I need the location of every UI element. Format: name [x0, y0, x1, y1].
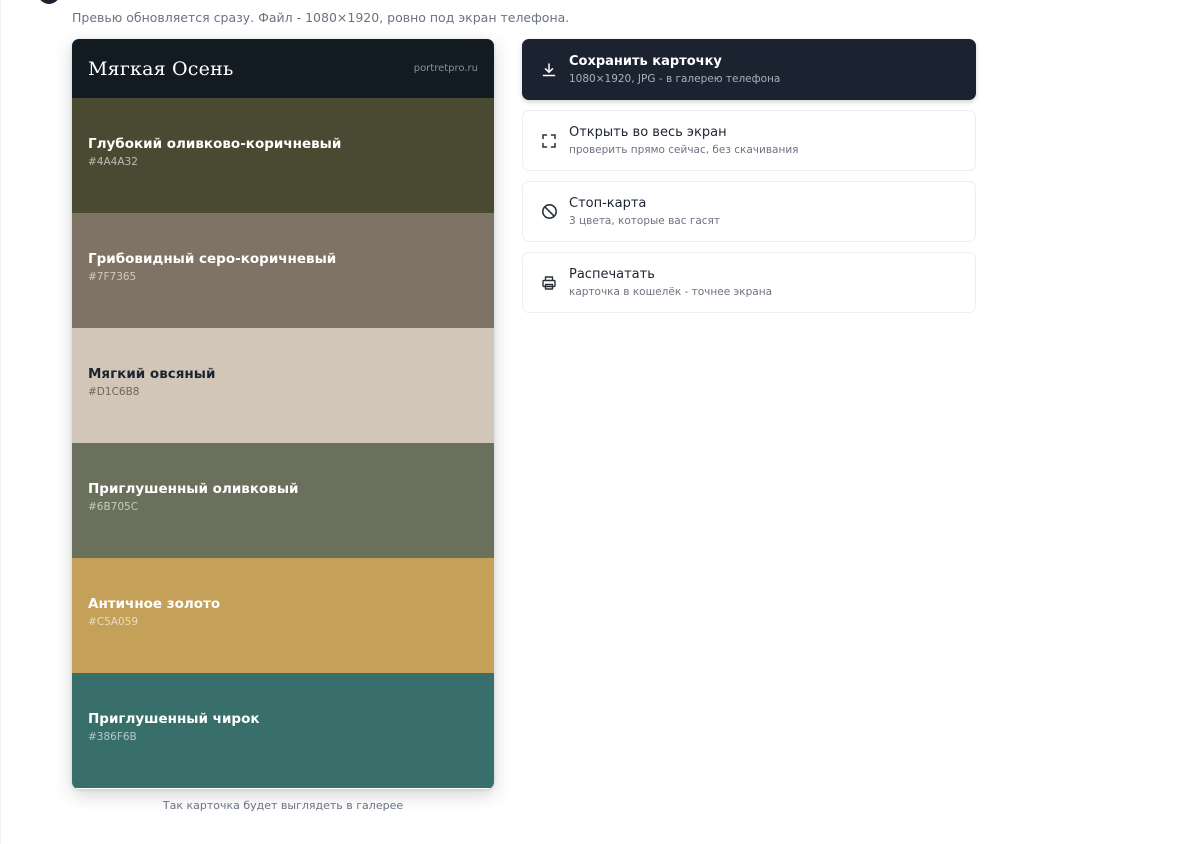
palette-card-preview: Мягкая Осень portretpro.ru Глубокий олив… [72, 39, 494, 789]
action-title: Распечатать [569, 267, 655, 282]
swatch-hex: #386F6B [88, 731, 137, 743]
action-subtitle: проверить прямо сейчас, без скачивания [569, 144, 799, 156]
swatch-name: Античное золото [88, 596, 221, 612]
step-indicator [38, 0, 60, 4]
card-header: Мягкая Осень portretpro.ru [72, 39, 494, 98]
fullscreen-button[interactable]: Открыть во весь экран проверить прямо се… [522, 110, 976, 171]
download-icon [540, 61, 558, 79]
stop-card-button[interactable]: Стоп-карта 3 цвета, которые вас гасят [522, 181, 976, 242]
color-swatch: Мягкий овсяный #D1C6B8 [72, 328, 494, 443]
block-icon [540, 203, 558, 221]
swatch-name: Приглушенный чирок [88, 711, 260, 727]
card-title: Мягкая Осень [88, 57, 234, 80]
action-subtitle: 1080×1920, JPG - в галерею телефона [569, 73, 781, 85]
fullscreen-icon [540, 132, 558, 150]
color-swatch: Античное золото #C5A059 [72, 558, 494, 673]
color-swatch: Приглушенный чирок #386F6B [72, 673, 494, 788]
print-button[interactable]: Распечатать карточка в кошелёк - точнее … [522, 252, 976, 313]
save-card-button[interactable]: Сохранить карточку 1080×1920, JPG - в га… [522, 39, 976, 100]
swatch-name: Приглушенный оливковый [88, 481, 299, 497]
card-caption: Так карточка будет выглядеть в галерее [162, 799, 404, 812]
action-title: Сохранить карточку [569, 54, 722, 69]
color-swatch: Глубокий оливково-коричневый #4A4A32 [72, 98, 494, 213]
swatch-name: Мягкий овсяный [88, 366, 216, 382]
swatch-hex: #C5A059 [88, 616, 139, 628]
action-title: Открыть во весь экран [569, 125, 727, 140]
actions-panel: Сохранить карточку 1080×1920, JPG - в га… [522, 39, 976, 323]
action-subtitle: 3 цвета, которые вас гасят [569, 215, 720, 227]
swatch-hex: #7F7365 [88, 271, 137, 283]
preview-hint: Превью обновляется сразу. Файл - 1080×19… [72, 10, 570, 25]
divider [0, 0, 1, 844]
swatch-name: Грибовидный серо-коричневый [88, 251, 337, 267]
printer-icon [540, 274, 558, 292]
swatch-hex: #4A4A32 [88, 156, 138, 168]
action-subtitle: карточка в кошелёк - точнее экрана [569, 286, 773, 298]
swatch-hex: #D1C6B8 [88, 386, 140, 398]
color-swatch: Грибовидный серо-коричневый #7F7365 [72, 213, 494, 328]
swatch-hex: #6B705C [88, 501, 139, 513]
color-swatch: Приглушенный оливковый #6B705C [72, 443, 494, 558]
action-title: Стоп-карта [569, 196, 647, 211]
swatch-name: Глубокий оливково-коричневый [88, 136, 342, 152]
card-site-label: portretpro.ru [413, 63, 478, 74]
page: Превью обновляется сразу. Файл - 1080×19… [0, 0, 1200, 844]
